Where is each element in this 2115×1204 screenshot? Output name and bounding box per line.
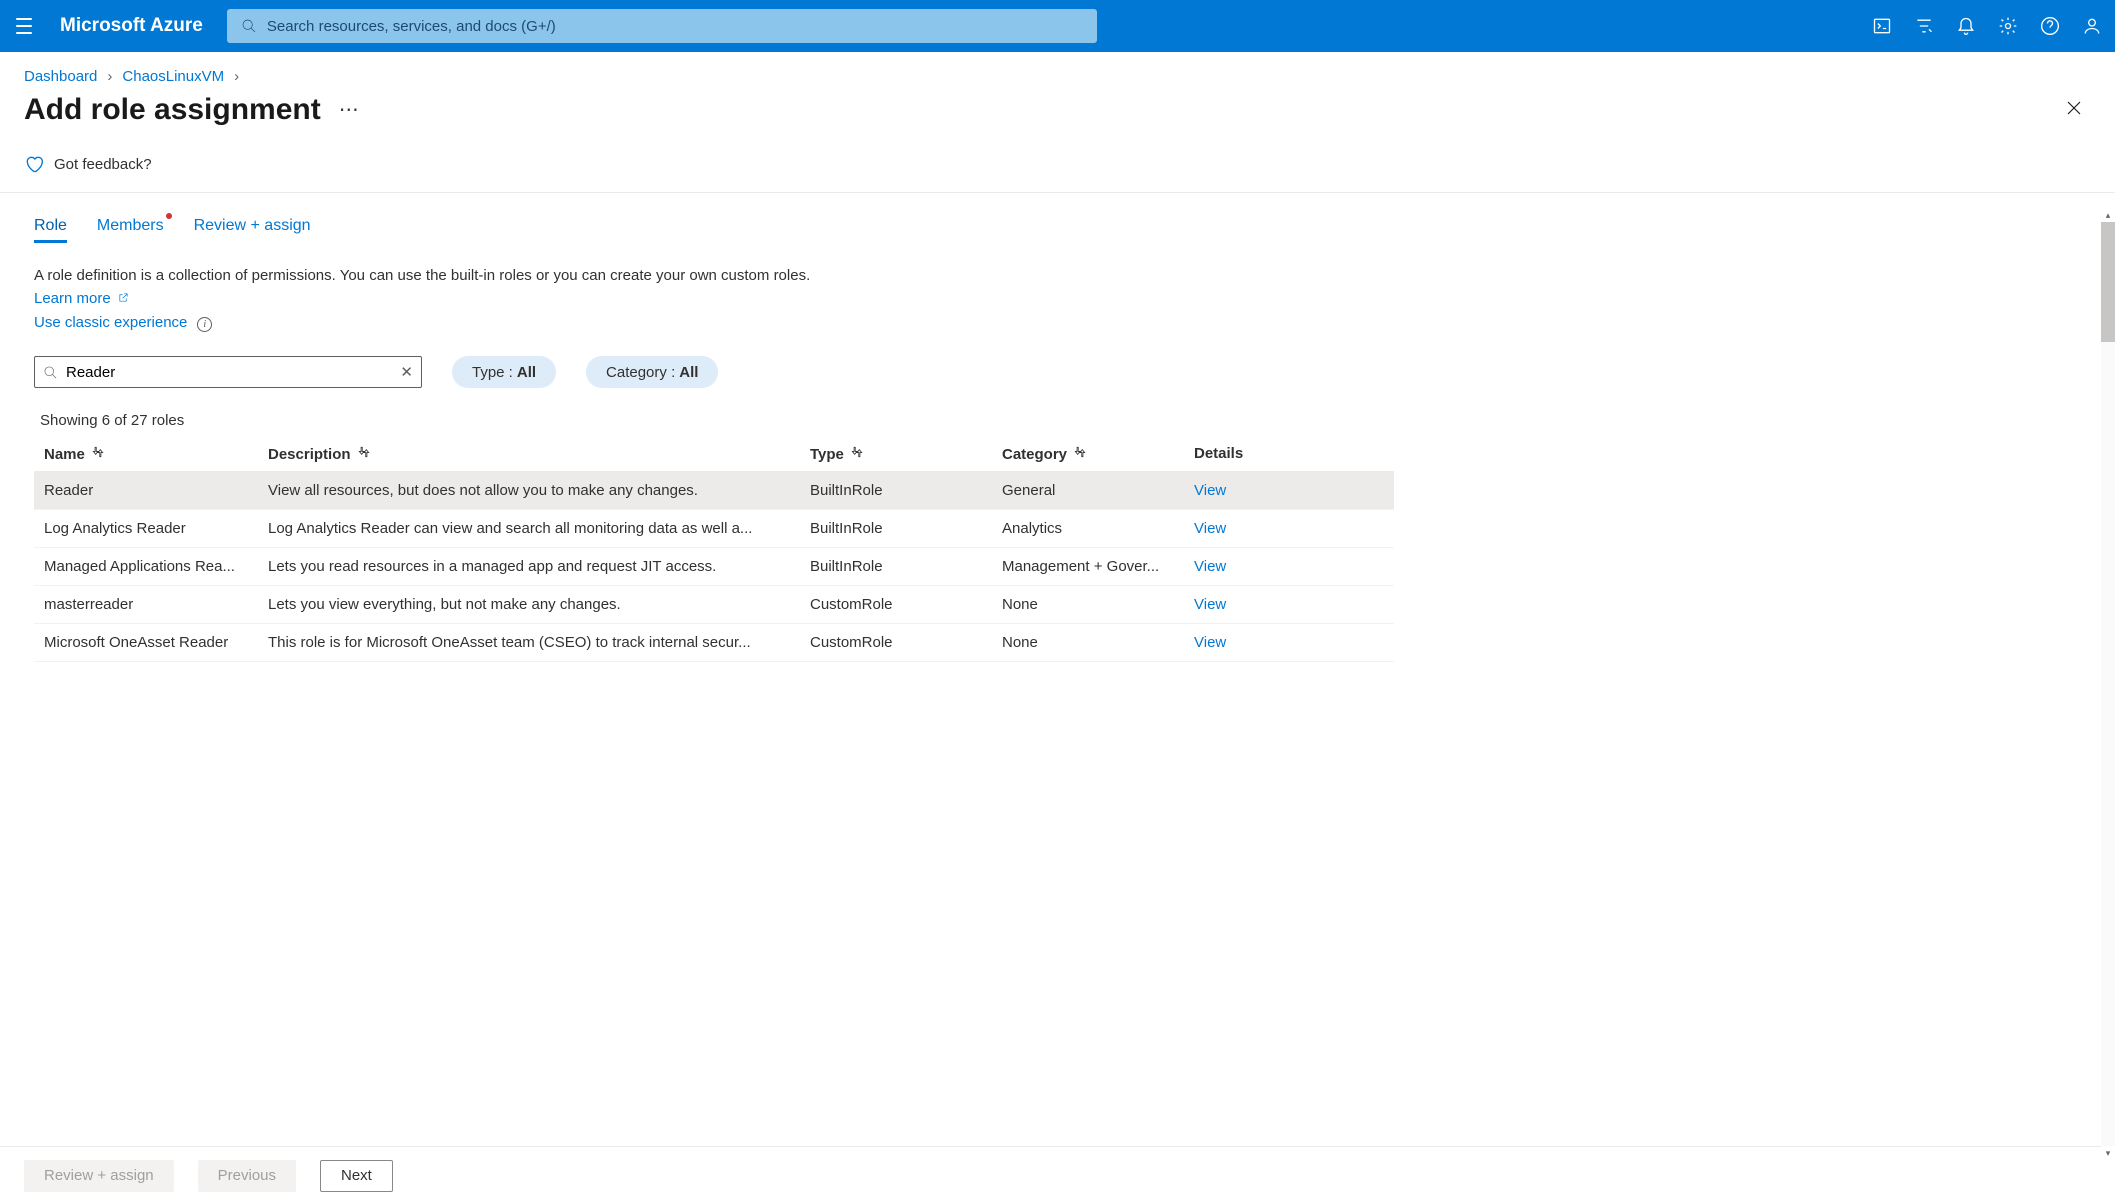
scroll-up-icon[interactable]: ▴	[2101, 208, 2115, 222]
table-row[interactable]: Microsoft OneAsset ReaderThis role is fo…	[34, 624, 1394, 662]
view-link[interactable]: View	[1194, 520, 1404, 537]
scrollbar[interactable]: ▴ ▾	[2101, 222, 2115, 1146]
cell-category: General	[1002, 482, 1194, 499]
review-assign-button[interactable]: Review + assign	[24, 1160, 174, 1192]
filter-pill-type[interactable]: Type : All	[452, 356, 556, 388]
cell-description: Lets you read resources in a managed app…	[268, 558, 810, 575]
chevron-right-icon: ›	[107, 68, 112, 85]
topbar-actions	[1871, 15, 2103, 37]
cell-category: Analytics	[1002, 520, 1194, 537]
role-search-input[interactable]	[66, 364, 392, 381]
heart-icon	[24, 154, 44, 174]
learn-more-link[interactable]: Learn more	[34, 290, 111, 307]
view-link[interactable]: View	[1194, 482, 1404, 499]
feedback-bar[interactable]: Got feedback?	[0, 138, 2115, 193]
search-icon	[43, 365, 58, 380]
col-details: Details	[1194, 445, 1404, 463]
settings-icon[interactable]	[1997, 15, 2019, 37]
cell-type: BuiltInRole	[810, 520, 1002, 537]
col-name[interactable]: Name	[44, 445, 268, 463]
more-actions[interactable]: ⋯	[339, 97, 360, 122]
cell-name: Microsoft OneAsset Reader	[44, 634, 268, 651]
external-link-icon	[118, 292, 129, 303]
sort-icon	[850, 445, 864, 459]
cloud-shell-icon[interactable]	[1871, 15, 1893, 37]
cell-type: CustomRole	[810, 634, 1002, 651]
table-row[interactable]: ReaderView all resources, but does not a…	[34, 472, 1394, 510]
search-icon	[241, 18, 257, 34]
wizard-tabs: Role Members Review + assign	[34, 207, 2091, 243]
pill-value: All	[517, 364, 536, 381]
close-icon	[2065, 99, 2083, 117]
scroll-thumb[interactable]	[2101, 222, 2115, 342]
view-link[interactable]: View	[1194, 634, 1404, 651]
filter-pill-category[interactable]: Category : All	[586, 356, 718, 388]
account-icon[interactable]	[2081, 15, 2103, 37]
cell-description: View all resources, but does not allow y…	[268, 482, 810, 499]
chevron-right-icon: ›	[234, 68, 239, 85]
cell-name: Log Analytics Reader	[44, 520, 268, 537]
tab-role[interactable]: Role	[34, 217, 67, 243]
clear-search-icon[interactable]: ✕	[400, 363, 413, 381]
sort-icon	[357, 445, 371, 459]
classic-link-row: Use classic experience i	[34, 314, 2091, 332]
description-text: A role definition is a collection of per…	[34, 267, 810, 284]
result-count: Showing 6 of 27 roles	[40, 412, 2091, 429]
title-row: Add role assignment ⋯	[0, 91, 2115, 138]
filter-icon[interactable]	[1913, 15, 1935, 37]
table-row[interactable]: Managed Applications Rea...Lets you read…	[34, 548, 1394, 586]
hamburger-menu[interactable]	[12, 14, 36, 38]
wizard-footer: Review + assign Previous Next	[0, 1146, 2101, 1204]
col-description[interactable]: Description	[268, 445, 810, 463]
cell-description: This role is for Microsoft OneAsset team…	[268, 634, 810, 651]
breadcrumb-item[interactable]: Dashboard	[24, 68, 97, 85]
cell-category: None	[1002, 634, 1194, 651]
roles-table: Name Description Type Category Details R…	[34, 437, 1394, 662]
page-title: Add role assignment	[24, 93, 321, 127]
feedback-label: Got feedback?	[54, 156, 152, 173]
top-bar: Microsoft Azure	[0, 0, 2115, 52]
filter-row: ✕ Type : All Category : All	[34, 356, 2091, 388]
breadcrumb-item[interactable]: ChaosLinuxVM	[122, 68, 224, 85]
global-search[interactable]	[227, 9, 1097, 43]
content: Role Members Review + assign A role defi…	[0, 193, 2115, 662]
cell-name: masterreader	[44, 596, 268, 613]
help-icon[interactable]	[2039, 15, 2061, 37]
previous-button[interactable]: Previous	[198, 1160, 296, 1192]
brand[interactable]: Microsoft Azure	[60, 15, 203, 37]
description: A role definition is a collection of per…	[34, 265, 814, 310]
table-row[interactable]: masterreaderLets you view everything, bu…	[34, 586, 1394, 624]
view-link[interactable]: View	[1194, 558, 1404, 575]
cell-name: Reader	[44, 482, 268, 499]
cell-category: None	[1002, 596, 1194, 613]
close-button[interactable]	[2057, 91, 2091, 128]
cell-description: Log Analytics Reader can view and search…	[268, 520, 810, 537]
classic-experience-link[interactable]: Use classic experience	[34, 314, 187, 331]
view-link[interactable]: View	[1194, 596, 1404, 613]
col-type[interactable]: Type	[810, 445, 1002, 463]
tab-members[interactable]: Members	[97, 217, 164, 243]
sort-icon	[91, 445, 105, 459]
sort-icon	[1073, 445, 1087, 459]
next-button[interactable]: Next	[320, 1160, 393, 1192]
col-category[interactable]: Category	[1002, 445, 1194, 463]
cell-type: BuiltInRole	[810, 482, 1002, 499]
global-search-input[interactable]	[267, 18, 1083, 35]
cell-type: BuiltInRole	[810, 558, 1002, 575]
pill-label: Type :	[472, 364, 513, 381]
tab-review[interactable]: Review + assign	[194, 217, 311, 243]
cell-name: Managed Applications Rea...	[44, 558, 268, 575]
table-row[interactable]: Log Analytics ReaderLog Analytics Reader…	[34, 510, 1394, 548]
notifications-icon[interactable]	[1955, 15, 1977, 37]
cell-description: Lets you view everything, but not make a…	[268, 596, 810, 613]
pill-label: Category :	[606, 364, 675, 381]
pill-value: All	[679, 364, 698, 381]
scroll-down-icon[interactable]: ▾	[2101, 1146, 2115, 1160]
breadcrumb: Dashboard › ChaosLinuxVM ›	[0, 52, 2115, 91]
table-header: Name Description Type Category Details	[34, 437, 1394, 472]
role-search[interactable]: ✕	[34, 356, 422, 388]
info-icon[interactable]: i	[197, 317, 212, 332]
cell-type: CustomRole	[810, 596, 1002, 613]
cell-category: Management + Gover...	[1002, 558, 1194, 575]
